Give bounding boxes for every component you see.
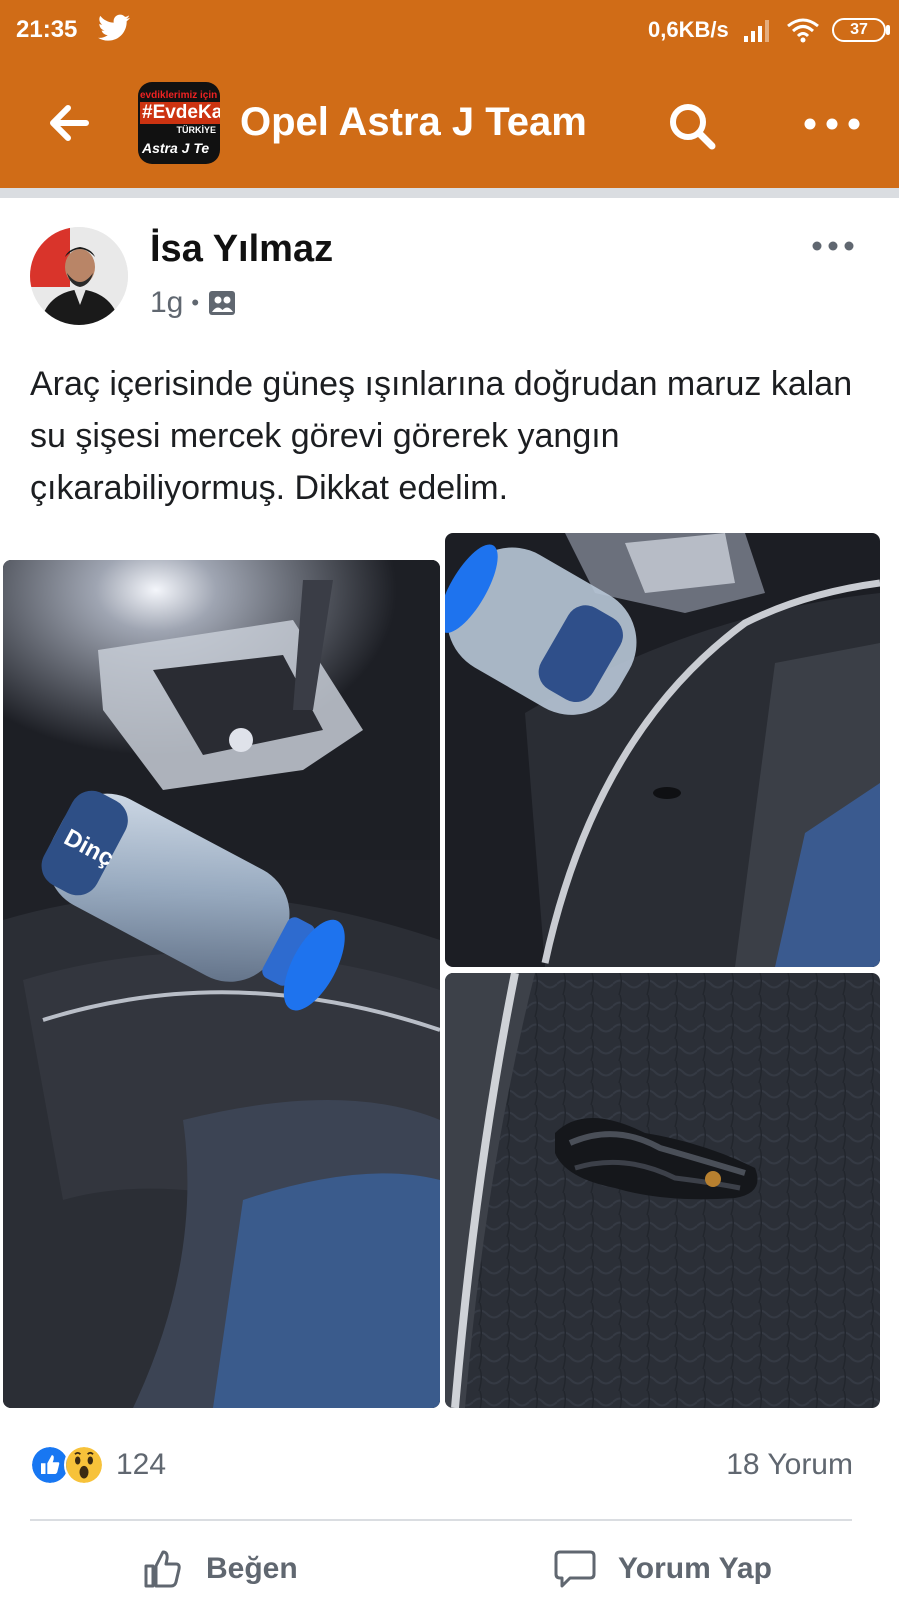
battery-icon: 37 bbox=[832, 18, 886, 42]
more-icon[interactable] bbox=[800, 112, 864, 136]
wifi-icon bbox=[787, 18, 819, 43]
post-text: Araç içerisinde güneş ışınlarına doğruda… bbox=[30, 365, 853, 507]
meta-separator: • bbox=[191, 290, 200, 315]
back-arrow-icon[interactable] bbox=[44, 98, 94, 148]
signal-icon bbox=[744, 20, 769, 42]
post-options-icon[interactable] bbox=[810, 236, 856, 256]
reaction-count: 124 bbox=[116, 1448, 167, 1481]
actions-divider bbox=[30, 1519, 852, 1521]
group-icon bbox=[209, 291, 236, 315]
group-logo[interactable]: evdiklerimiz için #EvdeKal TÜRKİYE Astra… bbox=[138, 82, 220, 164]
like-button[interactable]: Beğen bbox=[140, 1546, 298, 1592]
logo-line-2: #EvdeKal bbox=[140, 102, 220, 124]
thumbs-up-icon bbox=[144, 1550, 181, 1588]
status-time: 21:35 bbox=[16, 16, 78, 43]
burned-leather-closeup-photo[interactable] bbox=[445, 973, 880, 1408]
comment-label: Yorum Yap bbox=[618, 1552, 772, 1585]
wow-reaction-icon bbox=[64, 1445, 104, 1485]
comment-count[interactable]: 18 Yorum bbox=[726, 1448, 853, 1482]
group-title[interactable]: Opel Astra J Team bbox=[240, 100, 587, 145]
water-bottle-on-armrest-photo[interactable]: Dinç bbox=[3, 560, 440, 1408]
battery-tip bbox=[886, 25, 890, 35]
battery-level: 37 bbox=[850, 21, 868, 38]
bottle-in-cupholder-photo[interactable] bbox=[445, 533, 880, 967]
comment-icon bbox=[554, 1550, 596, 1588]
network-speed: 0,6KB/s bbox=[648, 17, 729, 42]
author-name[interactable]: İsa Yılmaz bbox=[150, 228, 333, 271]
search-icon[interactable] bbox=[664, 98, 720, 154]
status-bar: 21:35 0,6KB/s 37 bbox=[0, 0, 899, 60]
logo-line-4: Astra J Te bbox=[142, 140, 210, 156]
like-label: Beğen bbox=[206, 1552, 298, 1585]
app-header: 21:35 0,6KB/s 37 evdiklerimiz için #Evde… bbox=[0, 0, 899, 188]
author-avatar[interactable] bbox=[30, 227, 128, 325]
reactions-summary[interactable]: 124 bbox=[30, 1442, 166, 1488]
app-bar: evdiklerimiz için #EvdeKal TÜRKİYE Astra… bbox=[0, 70, 899, 182]
logo-line-1: evdiklerimiz için bbox=[140, 90, 218, 101]
logo-line-3: TÜRKİYE bbox=[176, 125, 216, 135]
comment-button[interactable]: Yorum Yap bbox=[552, 1546, 772, 1592]
post-meta: 1g • bbox=[150, 286, 237, 320]
header-divider bbox=[0, 188, 899, 198]
twitter-icon bbox=[98, 14, 130, 41]
post-time[interactable]: 1g bbox=[150, 286, 183, 320]
